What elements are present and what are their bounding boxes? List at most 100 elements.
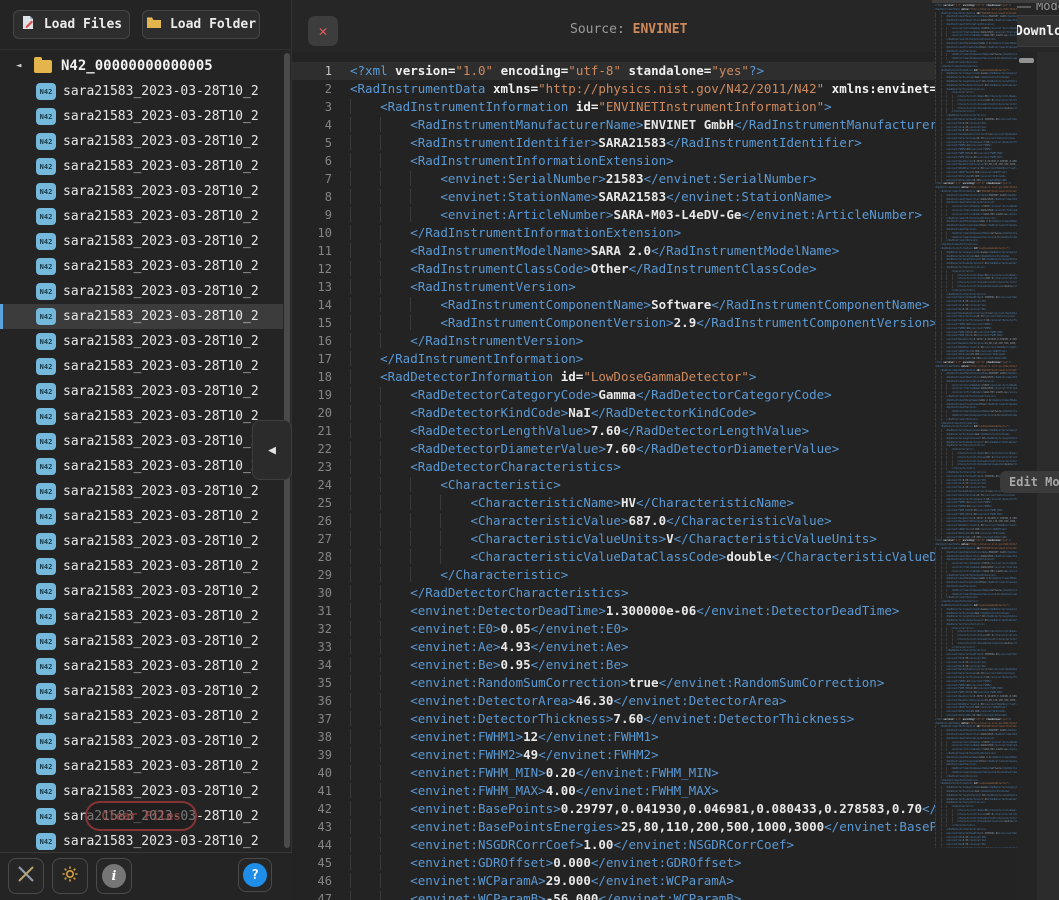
- sidebar-collapse-button[interactable]: ◀: [252, 420, 292, 480]
- edit-mode-button[interactable]: Edit Mode: [1000, 471, 1059, 493]
- file-item[interactable]: N42sara21583_2023-03-28T10_2: [0, 554, 283, 579]
- code-line[interactable]: 4 <RadInstrumentManufacturerName>ENVINET…: [292, 116, 1017, 134]
- info-button[interactable]: i: [96, 858, 132, 894]
- code-line[interactable]: 36 <envinet:DetectorArea>46.30</envinet:…: [292, 692, 1017, 710]
- line-content: <envinet:FWHM_MIN>0.20</envinet:FWHM_MIN…: [350, 764, 719, 782]
- code-line[interactable]: 5 <RadInstrumentIdentifier>SARA21583</Ra…: [292, 134, 1017, 152]
- code-line[interactable]: 35 <envinet:RandomSumCorrection>true</en…: [292, 674, 1017, 692]
- code-line[interactable]: 17 </RadInstrumentInformation>: [292, 350, 1017, 368]
- file-item[interactable]: N42sara21583_2023-03-28T10_2: [0, 254, 283, 279]
- code-line[interactable]: 39 <envinet:FWHM2>49</envinet:FWHM2>: [292, 746, 1017, 764]
- code-line[interactable]: 15 <RadInstrumentComponentVersion>2.9</R…: [292, 314, 1017, 332]
- file-item[interactable]: N42sara21583_2023-03-28T10_2: [0, 604, 283, 629]
- xml-editor[interactable]: 1<?xml version="1.0" encoding="utf-8" st…: [292, 52, 1017, 900]
- load-files-button[interactable]: Load Files: [13, 10, 130, 39]
- file-name: sara21583_2023-03-28T10_2: [63, 684, 263, 699]
- n42-badge-icon: N42: [36, 383, 56, 400]
- code-line[interactable]: 2<RadInstrumentData xmlns="http://physic…: [292, 80, 1017, 98]
- file-item[interactable]: N42sara21583_2023-03-28T10_2: [0, 104, 283, 129]
- code-line[interactable]: 18 <RadDetectorInformation id="LowDoseGa…: [292, 368, 1017, 386]
- file-item[interactable]: N42sara21583_2023-03-28T10_2: [0, 129, 283, 154]
- code-line[interactable]: 40 <envinet:FWHM_MIN>0.20</envinet:FWHM_…: [292, 764, 1017, 782]
- code-line[interactable]: 3 <RadInstrumentInformation id="ENVINETI…: [292, 98, 1017, 116]
- n42-badge-icon: N42: [36, 108, 56, 125]
- code-line[interactable]: 27 <CharacteristicValueUnits>V</Characte…: [292, 530, 1017, 548]
- code-line[interactable]: 29 </Characteristic>: [292, 566, 1017, 584]
- file-item[interactable]: N42sara21583_2023-03-28T10_2: [0, 229, 283, 254]
- code-line[interactable]: 30 </RadDetectorCharacteristics>: [292, 584, 1017, 602]
- file-name: sara21583_2023-03-28T10_2: [63, 584, 263, 599]
- code-line[interactable]: 24 <Characteristic>: [292, 476, 1017, 494]
- settings-button[interactable]: [52, 858, 88, 894]
- code-line[interactable]: 6 <RadInstrumentInformationExtension>: [292, 152, 1017, 170]
- clear-files-button[interactable]: Clear Files: [85, 801, 197, 831]
- code-line[interactable]: 13 <RadInstrumentVersion>: [292, 278, 1017, 296]
- file-item[interactable]: N42sara21583_2023-03-28T10_2: [0, 579, 283, 604]
- code-line[interactable]: 45 <envinet:GDROffset>0.000</envinet:GDR…: [292, 854, 1017, 872]
- code-line[interactable]: 44 <envinet:NSGDRCorrCoef>1.00</envinet:…: [292, 836, 1017, 854]
- code-line[interactable]: 25 <CharacteristicName>HV</Characteristi…: [292, 494, 1017, 512]
- file-item[interactable]: N42sara21583_2023-03-28T10_2: [0, 679, 283, 704]
- close-button[interactable]: ✕: [308, 16, 338, 46]
- file-item[interactable]: N42sara21583_2023-03-28T10_2: [0, 529, 283, 554]
- code-area[interactable]: 1<?xml version="1.0" encoding="utf-8" st…: [292, 52, 1017, 900]
- code-line[interactable]: 16 </RadInstrumentVersion>: [292, 332, 1017, 350]
- code-line[interactable]: 37 <envinet:DetectorThickness>7.60</envi…: [292, 710, 1017, 728]
- line-content: </Characteristic>: [350, 566, 568, 584]
- code-line[interactable]: 11 <RadInstrumentModelName>SARA 2.0</Rad…: [292, 242, 1017, 260]
- caret-icon[interactable]: ◄: [16, 61, 30, 71]
- code-line[interactable]: 33 <envinet:Ae>4.93</envinet:Ae>: [292, 638, 1017, 656]
- file-item[interactable]: N42sara21583_2023-03-28T10_2: [0, 454, 283, 479]
- code-line[interactable]: 14 <RadInstrumentComponentName>Software<…: [292, 296, 1017, 314]
- file-item[interactable]: N42sara21583_2023-03-28T10_2: [0, 154, 283, 179]
- file-item[interactable]: N42sara21583_2023-03-28T10_2: [0, 279, 283, 304]
- file-item[interactable]: N42sara21583_2023-03-28T10_2: [0, 379, 283, 404]
- file-item[interactable]: N42sara21583_2023-03-28T10_2: [0, 654, 283, 679]
- line-number: 9: [292, 206, 332, 224]
- editor-scrollbar-thumb[interactable]: [1019, 58, 1034, 63]
- code-line[interactable]: 8 <envinet:StationName>SARA21583</envine…: [292, 188, 1017, 206]
- help-button[interactable]: ?: [238, 858, 272, 892]
- code-line[interactable]: 31 <envinet:DetectorDeadTime>1.300000e-0…: [292, 602, 1017, 620]
- code-line[interactable]: 12 <RadInstrumentClassCode>Other</RadIns…: [292, 260, 1017, 278]
- file-item[interactable]: N42sara21583_2023-03-28T10_2: [0, 404, 283, 429]
- minimap[interactable]: <?xml version="1.0" encoding="utf-8" sta…: [935, 4, 1017, 848]
- code-line[interactable]: 47 <envinet:WCParamB>-56.000</envinet:WC…: [292, 890, 1017, 900]
- code-line[interactable]: 22 <RadDetectorDiameterValue>7.60</RadDe…: [292, 440, 1017, 458]
- code-line[interactable]: 20 <RadDetectorKindCode>NaI</RadDetector…: [292, 404, 1017, 422]
- file-item[interactable]: N42sara21583_2023-03-28T10_2: [0, 829, 283, 852]
- file-item[interactable]: N42sara21583_2023-03-28T10_2: [0, 179, 283, 204]
- code-line[interactable]: 21 <RadDetectorLengthValue>7.60</RadDete…: [292, 422, 1017, 440]
- folder-row[interactable]: ◄ N42_00000000000005: [0, 53, 283, 79]
- code-line[interactable]: 38 <envinet:FWHM1>12</envinet:FWHM1>: [292, 728, 1017, 746]
- file-item[interactable]: N42sara21583_2023-03-28T10_2: [0, 329, 283, 354]
- code-line[interactable]: 10 </RadInstrumentInformationExtension>: [292, 224, 1017, 242]
- code-line[interactable]: 43 <envinet:BasePointsEnergies>25,80,110…: [292, 818, 1017, 836]
- file-item[interactable]: N42sara21583_2023-03-28T10_2: [0, 504, 283, 529]
- file-item[interactable]: N42sara21583_2023-03-28T10_2: [0, 479, 283, 504]
- file-item[interactable]: N42sara21583_2023-03-28T10_2: [0, 754, 283, 779]
- load-folder-button[interactable]: Load Folder: [142, 10, 260, 39]
- code-line[interactable]: 9 <envinet:ArticleNumber>SARA-M03-L4eDV-…: [292, 206, 1017, 224]
- file-item[interactable]: N42sara21583_2023-03-28T10_2: [0, 429, 283, 454]
- code-line[interactable]: 42 <envinet:BasePoints>0.29797,0.041930,…: [292, 800, 1017, 818]
- file-item[interactable]: N42sara21583_2023-03-28T10_2: [0, 729, 283, 754]
- code-line[interactable]: 41 <envinet:FWHM_MAX>4.00</envinet:FWHM_…: [292, 782, 1017, 800]
- file-item[interactable]: N42sara21583_2023-03-28T10_2: [0, 204, 283, 229]
- code-line[interactable]: 23 <RadDetectorCharacteristics>: [292, 458, 1017, 476]
- code-line[interactable]: 32 <envinet:E0>0.05</envinet:E0>: [292, 620, 1017, 638]
- file-item[interactable]: N42sara21583_2023-03-28T10_2: [0, 704, 283, 729]
- file-item[interactable]: N42sara21583_2023-03-28T10_2: [0, 304, 283, 329]
- code-line[interactable]: 19 <RadDetectorCategoryCode>Gamma</RadDe…: [292, 386, 1017, 404]
- file-item[interactable]: N42sara21583_2023-03-28T10_2: [0, 629, 283, 654]
- code-line[interactable]: 34 <envinet:Be>0.95</envinet:Be>: [292, 656, 1017, 674]
- code-line[interactable]: 7 <envinet:SerialNumber>21583</envinet:S…: [292, 170, 1017, 188]
- clear-close-button[interactable]: [8, 858, 44, 894]
- file-item[interactable]: N42sara21583_2023-03-28T10_2: [0, 354, 283, 379]
- file-item[interactable]: N42sara21583_2023-03-28T10_2: [0, 79, 283, 104]
- line-content: <envinet:FWHM2>49</envinet:FWHM2>: [350, 746, 659, 764]
- code-line[interactable]: 46 <envinet:WCParamA>29.000</envinet:WCP…: [292, 872, 1017, 890]
- code-line[interactable]: 1<?xml version="1.0" encoding="utf-8" st…: [292, 62, 1017, 80]
- code-line[interactable]: 26 <CharacteristicValue>687.0</Character…: [292, 512, 1017, 530]
- code-line[interactable]: 28 <CharacteristicValueDataClassCode>dou…: [292, 548, 1017, 566]
